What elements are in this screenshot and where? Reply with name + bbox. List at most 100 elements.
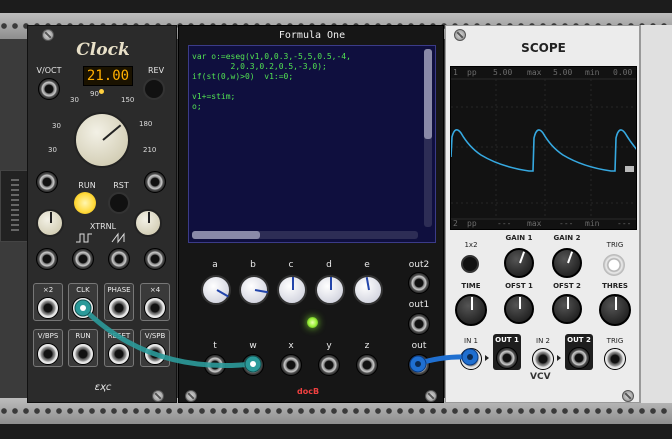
module-title: Clock (76, 40, 130, 60)
in1-jack[interactable] (460, 348, 482, 370)
tick-label: 30 (70, 96, 79, 104)
ratio-knob-right[interactable] (134, 209, 162, 237)
run-input-jack[interactable] (36, 171, 58, 193)
horizontal-scrollbar[interactable] (192, 231, 418, 239)
out2-jack[interactable] (408, 272, 430, 294)
out1-jack[interactable] (408, 313, 430, 335)
vbps-output-jack[interactable] (37, 343, 59, 365)
reset-button[interactable] (108, 192, 130, 214)
tick-label: 150 (121, 96, 135, 104)
tick-label: 180 (139, 120, 153, 128)
clk-output-jack[interactable] (72, 297, 94, 319)
run-label: RUN (78, 181, 96, 190)
t-input-jack[interactable] (204, 354, 226, 376)
knob-label-c: c (288, 260, 294, 270)
knob-b[interactable] (239, 275, 269, 305)
jack[interactable] (144, 248, 166, 270)
out-clk: CLK (68, 283, 98, 321)
input-label-z: z (364, 341, 370, 351)
w-input-jack[interactable] (242, 354, 264, 376)
scroll-thumb[interactable] (424, 49, 432, 139)
run-button[interactable] (74, 192, 96, 214)
reset-input-jack[interactable] (144, 171, 166, 193)
knob-a[interactable] (201, 275, 231, 305)
ch2-min-value: --- (617, 219, 632, 228)
screw (622, 390, 634, 402)
x12-button[interactable] (461, 255, 479, 273)
out2-box: OUT 2 (565, 334, 593, 370)
out-vspb: V/SPB (140, 329, 170, 367)
code-editor[interactable]: var o:=eseg(v1,0,0.3,-5,5,0.5,-4, 2,0.3,… (188, 45, 436, 243)
tempo-knob[interactable] (74, 112, 130, 168)
code-text[interactable]: var o:=eseg(v1,0,0.3,-5,5,0.5,-4, 2,0.3,… (192, 52, 351, 112)
tick-label: 90 (90, 90, 99, 98)
rev-button[interactable] (143, 78, 165, 100)
z-input-jack[interactable] (356, 354, 378, 376)
waveform-icons (76, 232, 125, 244)
rev-label: REV (147, 66, 165, 75)
screw (185, 390, 197, 402)
formula-one-module: Formula One var o:=eseg(v1,0,0.3,-5,5,0.… (178, 25, 444, 403)
knob-d[interactable] (315, 275, 345, 305)
rack-top-edge (0, 0, 672, 13)
in2-jack[interactable] (532, 348, 554, 370)
x-input-jack[interactable] (280, 354, 302, 376)
tick-label: 210 (143, 146, 157, 154)
y-input-jack[interactable] (318, 354, 340, 376)
offset2-knob[interactable] (552, 294, 582, 324)
out-label: ×2 (42, 286, 54, 294)
screw (454, 29, 466, 41)
vertical-scrollbar[interactable] (424, 49, 432, 227)
jack[interactable] (36, 248, 58, 270)
bpm-display: 21.00 (83, 66, 133, 86)
screw (152, 390, 164, 402)
phase-output-jack[interactable] (108, 297, 130, 319)
threshold-knob[interactable] (599, 294, 631, 326)
out2-label: OUT 2 (567, 336, 591, 344)
out-label: V/SPB (144, 332, 166, 340)
out-run: RUN (68, 329, 98, 367)
scope-module: SCOPE 1 pp 5.00 max 5.00 min 0.00 2 pp -… (445, 25, 640, 403)
jack[interactable] (72, 248, 94, 270)
time-knob[interactable] (455, 294, 487, 326)
vspb-output-jack[interactable] (144, 343, 166, 365)
knob-e[interactable] (353, 275, 383, 305)
gain2-label: GAIN 2 (553, 234, 581, 242)
reset-output-jack[interactable] (108, 343, 130, 365)
x2-output-jack[interactable] (37, 297, 59, 319)
run-output-jack[interactable] (72, 343, 94, 365)
knob-label-d: d (326, 260, 332, 270)
gain1-knob[interactable] (504, 248, 534, 278)
scroll-thumb[interactable] (192, 231, 260, 239)
jack[interactable] (108, 248, 130, 270)
trigger-marker[interactable] (625, 166, 634, 172)
trig-input-jack[interactable] (604, 348, 626, 370)
out-reset: RESET (104, 329, 134, 367)
out1-jack[interactable] (496, 347, 518, 369)
offset1-knob[interactable] (504, 294, 534, 324)
offset1-label: OFST 1 (505, 282, 533, 290)
tick-label: 30 (52, 122, 61, 130)
voct-input-jack[interactable] (38, 78, 60, 100)
in2-label: IN 2 (536, 337, 550, 345)
voct-label: V/OCT (36, 66, 62, 75)
out-label: V/BPS (37, 332, 59, 340)
trig-input-label: TRIG (606, 337, 624, 345)
clock-module: Clock V/OCT 21.00 REV 30 30 30 150 180 2… (27, 25, 177, 403)
x12-label: 1x2 (464, 241, 478, 249)
ch2-min-label: min (585, 219, 600, 228)
trig-mode-button[interactable] (603, 254, 625, 276)
ratio-knob-left[interactable] (36, 209, 64, 237)
out2-jack[interactable] (568, 347, 590, 369)
gain2-knob[interactable] (552, 248, 582, 278)
input-label-x: x (288, 341, 294, 351)
x4-output-jack[interactable] (144, 297, 166, 319)
time-label: TIME (461, 282, 481, 290)
tick-label: 30 (48, 146, 57, 154)
knob-c[interactable] (277, 275, 307, 305)
rack-left-bracket (0, 170, 30, 242)
rst-label: RST (113, 181, 129, 190)
threshold-label: THRES (602, 282, 628, 290)
out-vbps: V/BPS (33, 329, 63, 367)
out-jack[interactable] (408, 354, 430, 376)
